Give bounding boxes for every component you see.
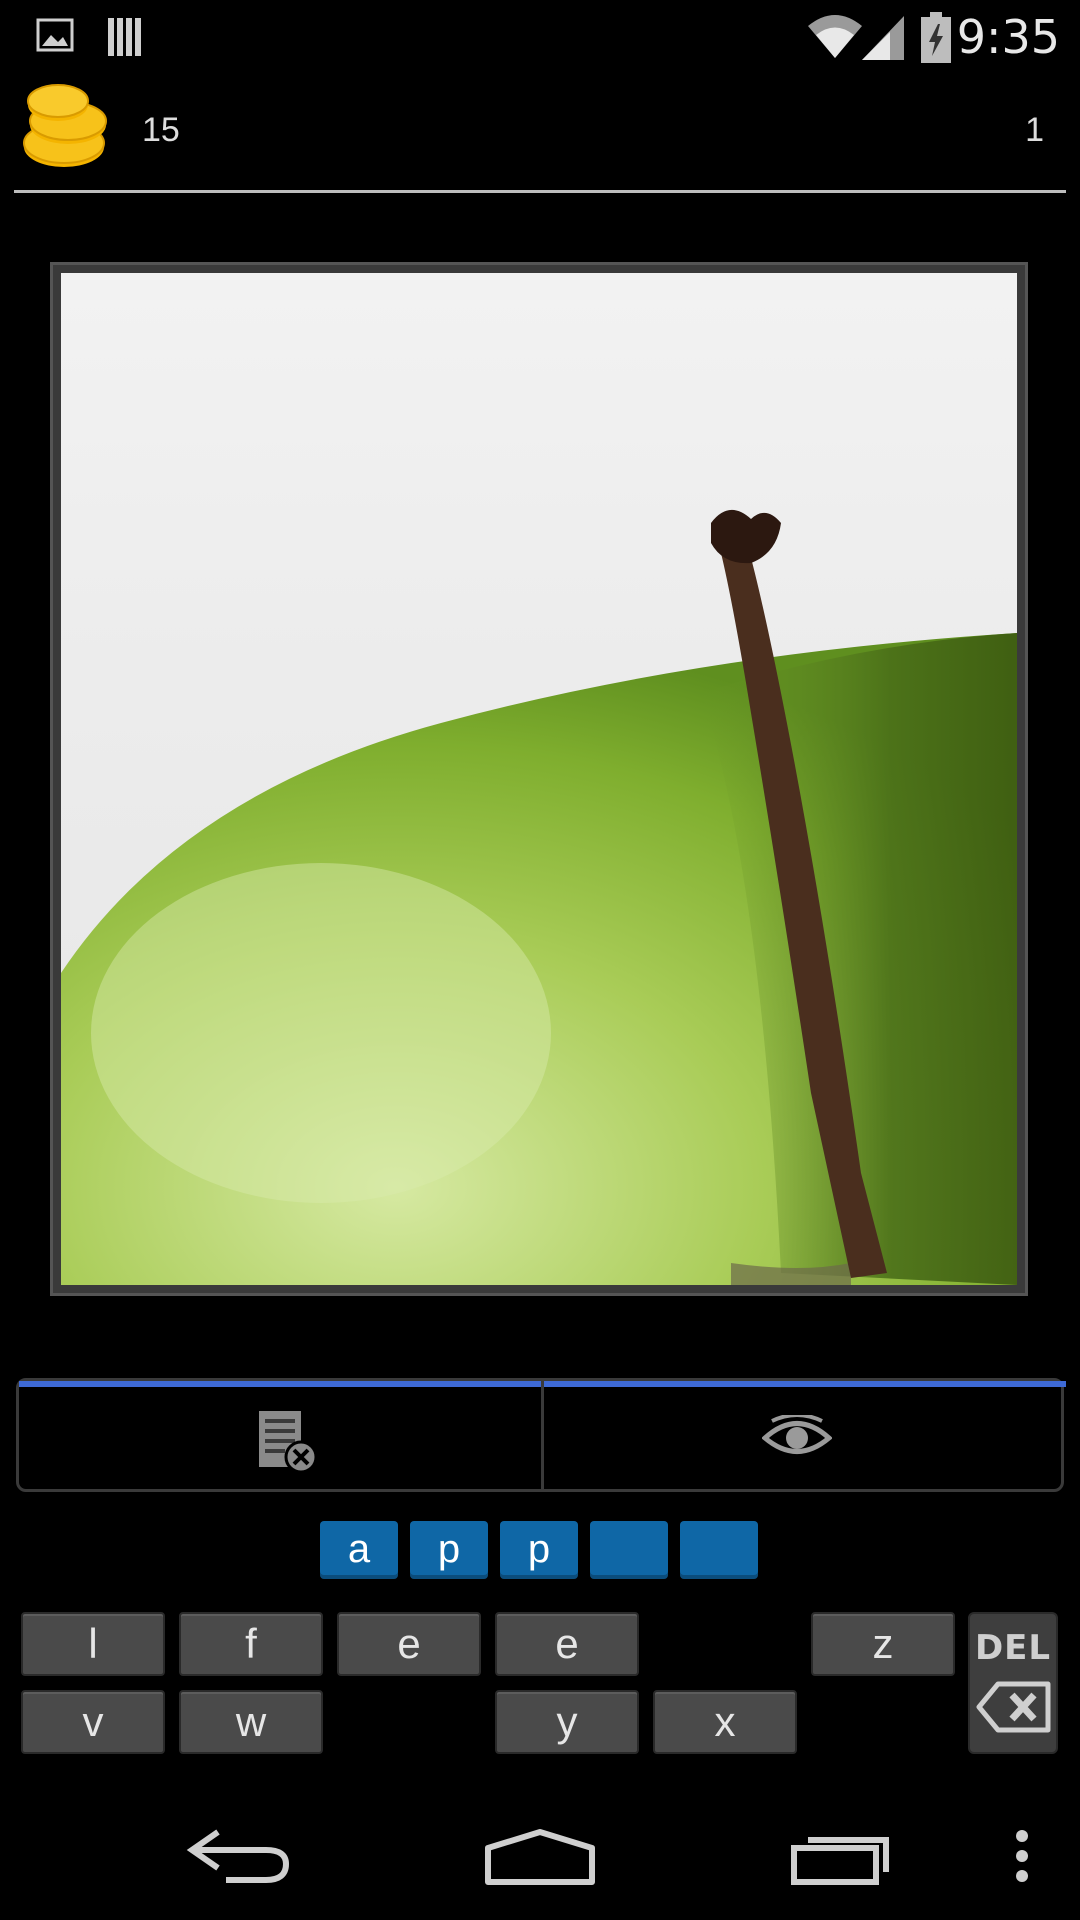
- recents-icon[interactable]: [790, 1828, 894, 1891]
- remove-letters-button[interactable]: [19, 1381, 541, 1489]
- header-divider: [14, 190, 1066, 193]
- wifi-icon: [806, 12, 864, 67]
- hint-panel: [16, 1378, 1066, 1492]
- battery-charging-icon: [920, 12, 952, 69]
- menu-icon[interactable]: [1010, 1828, 1034, 1889]
- letter-key[interactable]: f: [179, 1612, 323, 1676]
- status-time: 9:35: [956, 10, 1060, 64]
- letter-key[interactable]: v: [21, 1690, 165, 1754]
- letter-key[interactable]: l: [21, 1612, 165, 1676]
- backspace-icon: [976, 1680, 1052, 1739]
- answer-slot[interactable]: [680, 1521, 758, 1579]
- letter-key[interactable]: x: [653, 1690, 797, 1754]
- coins-count: 15: [142, 111, 180, 149]
- letter-key[interactable]: z: [811, 1612, 955, 1676]
- letter-key[interactable]: w: [179, 1690, 323, 1754]
- gallery-notification-icon: [36, 16, 74, 59]
- home-icon[interactable]: [484, 1828, 596, 1891]
- coins-icon[interactable]: [22, 81, 110, 173]
- hint-accent-bar: [544, 1381, 1066, 1387]
- answer-slot[interactable]: p: [500, 1521, 578, 1579]
- puzzle-image-frame: [50, 262, 1028, 1296]
- puzzle-image: [61, 273, 1017, 1285]
- signal-icon: [860, 12, 906, 67]
- answer-slot[interactable]: p: [410, 1521, 488, 1579]
- letter-key[interactable]: y: [495, 1690, 639, 1754]
- barcode-notification-icon: [106, 16, 146, 63]
- hint-accent-bar: [19, 1381, 541, 1387]
- back-icon[interactable]: [186, 1826, 294, 1891]
- letter-key[interactable]: e: [337, 1612, 481, 1676]
- delete-label: DEL: [974, 1628, 1052, 1668]
- navigation-bar: [0, 1800, 1080, 1920]
- status-bar: 9:35: [0, 0, 1080, 75]
- reveal-letter-button[interactable]: [544, 1381, 1066, 1489]
- reveal-letter-eye-icon: [761, 1413, 833, 1466]
- answer-slot[interactable]: [590, 1521, 668, 1579]
- level-number: 1: [1025, 111, 1044, 149]
- answer-slot[interactable]: a: [320, 1521, 398, 1579]
- game-header: 15 1: [0, 75, 1080, 193]
- letter-key[interactable]: e: [495, 1612, 639, 1676]
- remove-letters-icon: [255, 1407, 321, 1482]
- delete-button[interactable]: DEL: [968, 1612, 1058, 1754]
- app-screen: 9:35 15 1 a p p l f e e z v w y x DEL: [0, 0, 1080, 1920]
